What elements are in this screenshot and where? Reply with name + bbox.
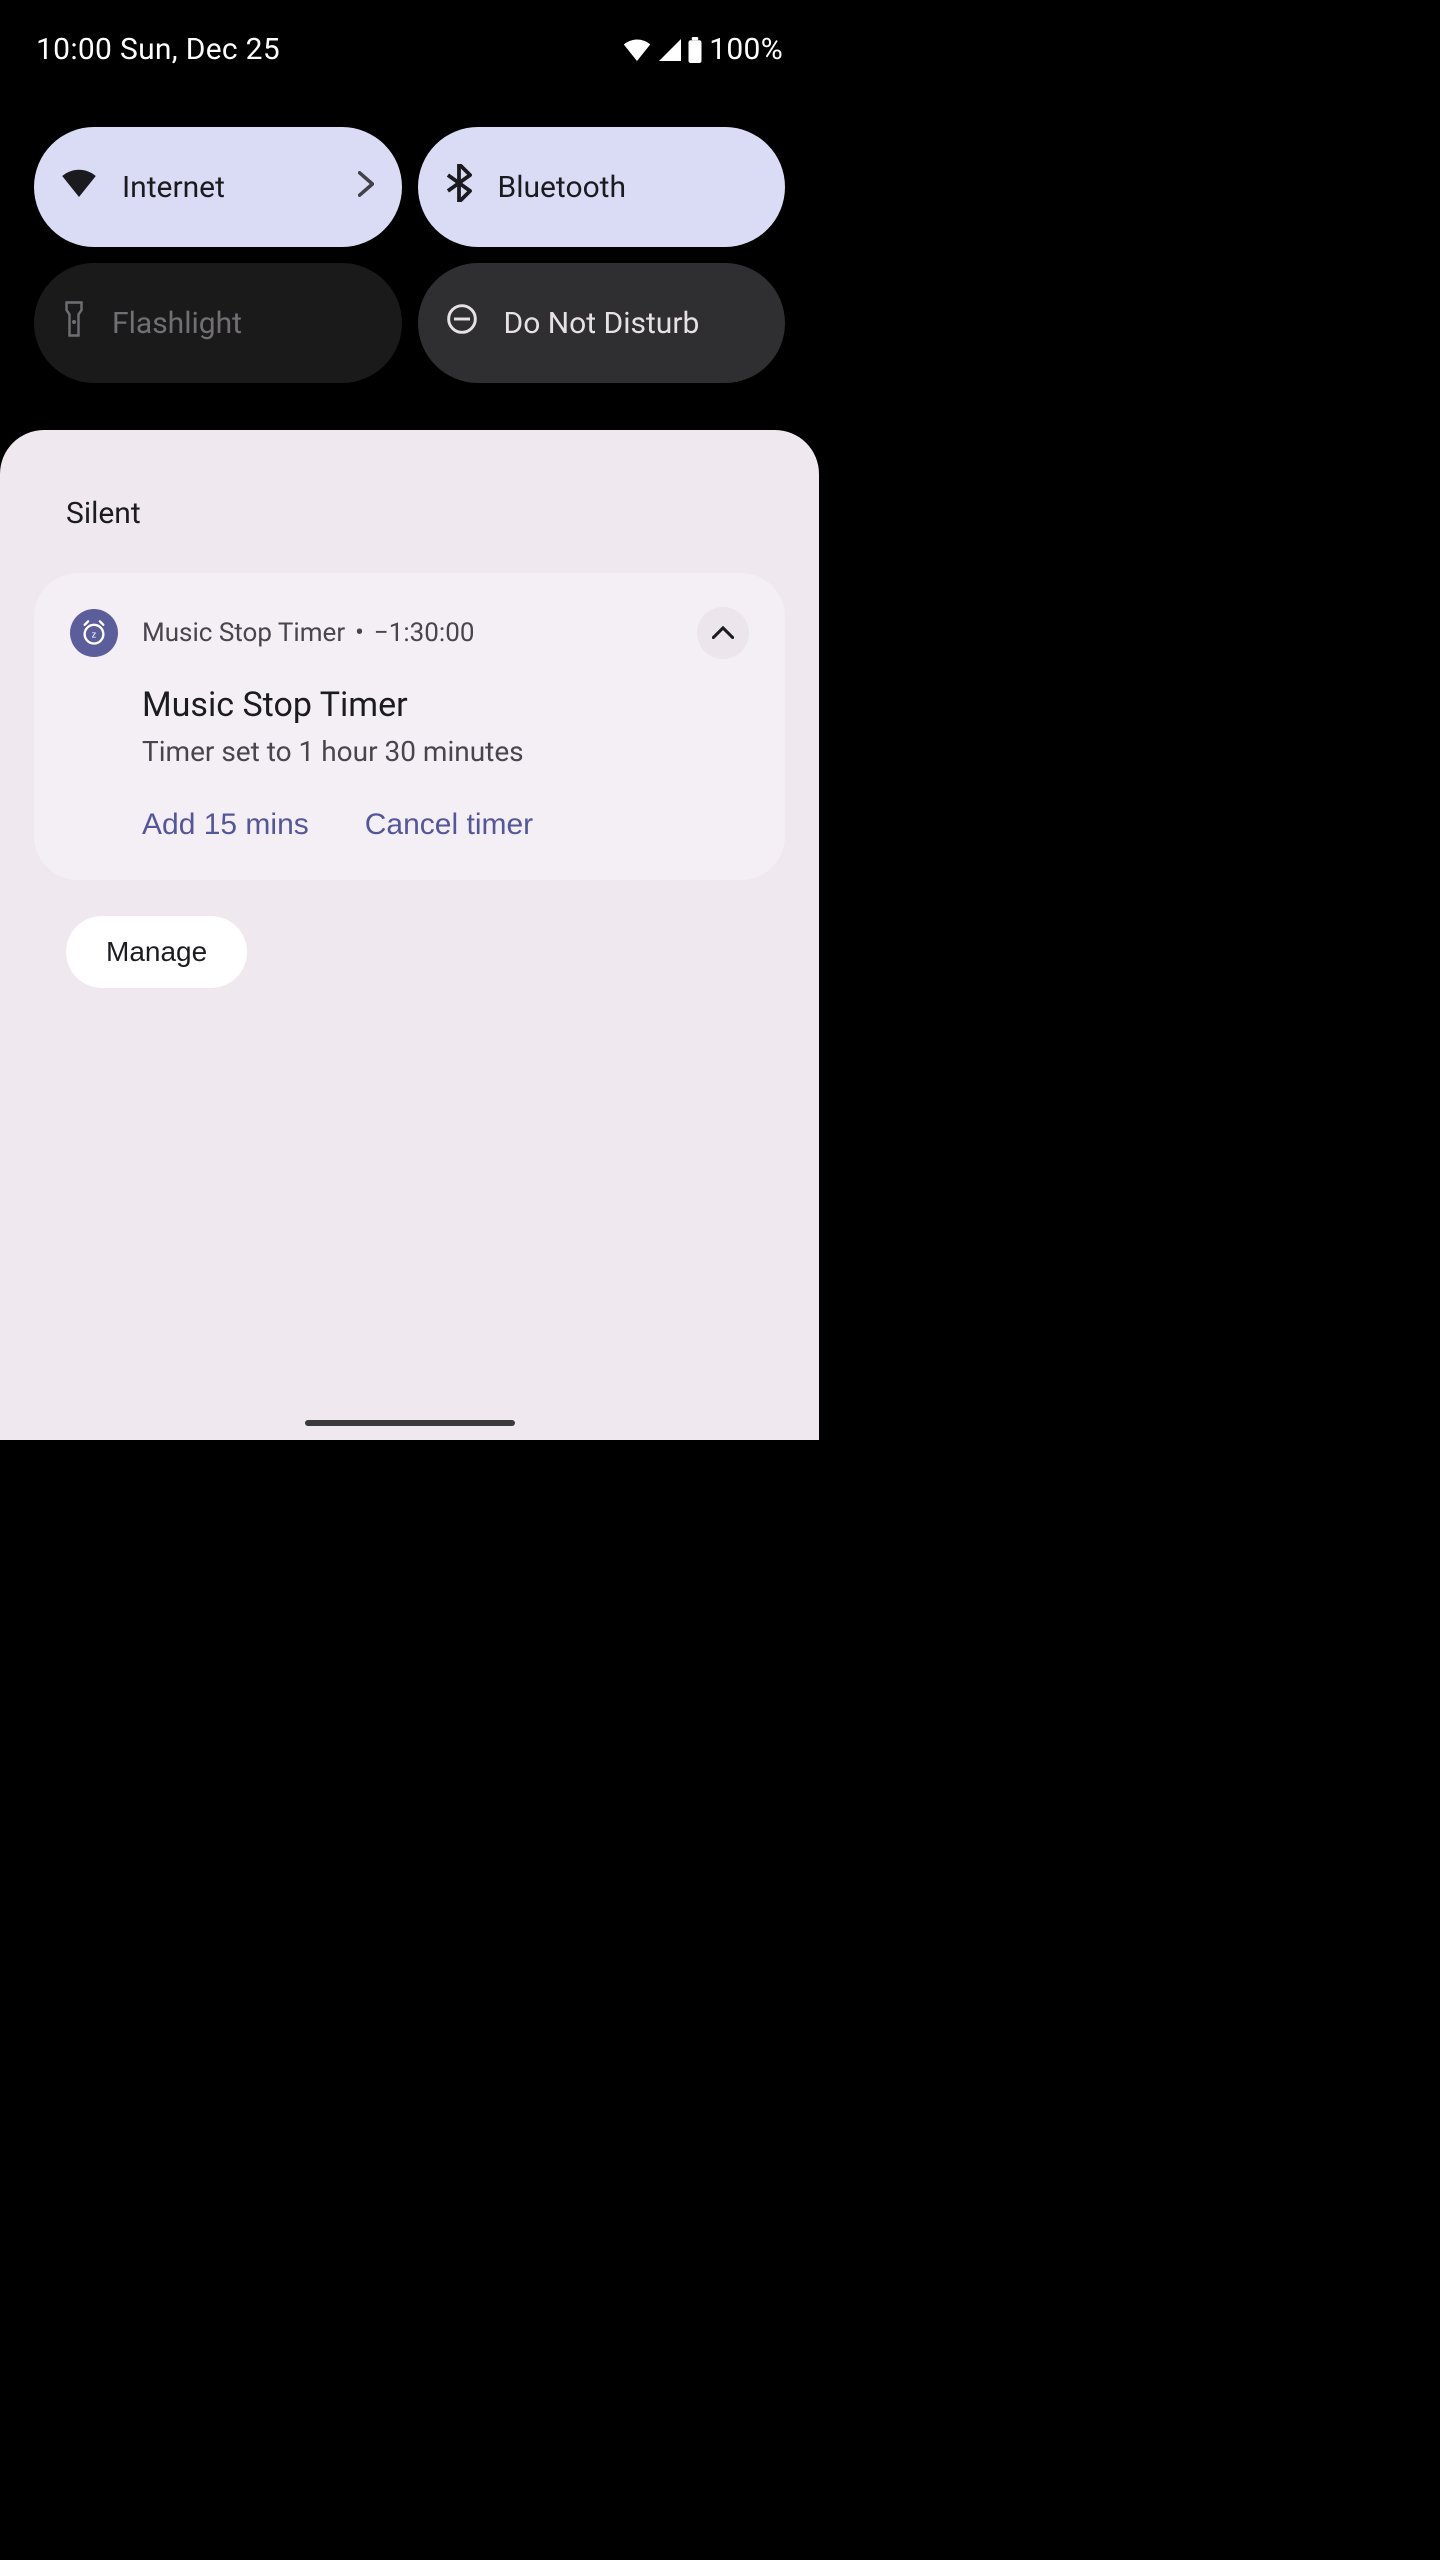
meta-separator: • <box>355 618 364 648</box>
nav-handle[interactable] <box>305 1420 515 1426</box>
wifi-icon <box>62 169 96 205</box>
notification-header: z Music Stop Timer • −1:30:00 <box>70 607 749 659</box>
status-date: Sun, Dec 25 <box>120 32 280 67</box>
status-right: 100% <box>623 32 783 67</box>
tile-bluetooth[interactable]: Bluetooth <box>418 127 786 247</box>
app-icon-alarm: z <box>70 609 118 657</box>
status-time-date: 10:00 Sun, Dec 25 <box>36 32 280 67</box>
wifi-icon <box>623 39 651 61</box>
bluetooth-icon <box>446 164 472 210</box>
collapse-button[interactable] <box>697 607 749 659</box>
chevron-right-icon <box>358 170 374 205</box>
tile-label: Bluetooth <box>498 170 758 205</box>
notification-shade: Silent z Music Stop Timer • −1:30:00 Mus… <box>0 430 819 1440</box>
notification-app-name: Music Stop Timer <box>142 618 345 648</box>
chevron-up-icon <box>712 624 734 643</box>
battery-percent: 100% <box>709 32 783 67</box>
do-not-disturb-icon <box>446 303 478 343</box>
tile-label: Flashlight <box>112 306 374 341</box>
manage-button[interactable]: Manage <box>66 916 247 988</box>
notification-meta: Music Stop Timer • −1:30:00 <box>142 618 673 648</box>
tile-label: Do Not Disturb <box>504 306 758 341</box>
action-cancel-timer[interactable]: Cancel timer <box>365 808 533 842</box>
battery-icon <box>687 37 703 63</box>
tile-flashlight[interactable]: Flashlight <box>34 263 402 383</box>
notification-body: Timer set to 1 hour 30 minutes <box>142 735 749 768</box>
notification-actions: Add 15 mins Cancel timer <box>70 808 749 842</box>
flashlight-icon <box>62 301 86 345</box>
notification-title: Music Stop Timer <box>142 685 749 725</box>
status-bar: 10:00 Sun, Dec 25 100% <box>0 0 819 67</box>
svg-text:z: z <box>92 630 97 640</box>
tile-internet[interactable]: Internet <box>34 127 402 247</box>
status-time: 10:00 <box>36 32 112 67</box>
section-title-silent: Silent <box>0 496 819 573</box>
notification-countdown: −1:30:00 <box>374 618 475 648</box>
quick-settings: Internet Bluetooth Flashlight Do Not Dis… <box>0 67 819 383</box>
tile-do-not-disturb[interactable]: Do Not Disturb <box>418 263 786 383</box>
tile-label: Internet <box>122 170 332 205</box>
notification-card[interactable]: z Music Stop Timer • −1:30:00 Music Stop… <box>34 573 785 880</box>
action-add-15-mins[interactable]: Add 15 mins <box>142 808 309 842</box>
cell-signal-icon <box>657 39 681 61</box>
